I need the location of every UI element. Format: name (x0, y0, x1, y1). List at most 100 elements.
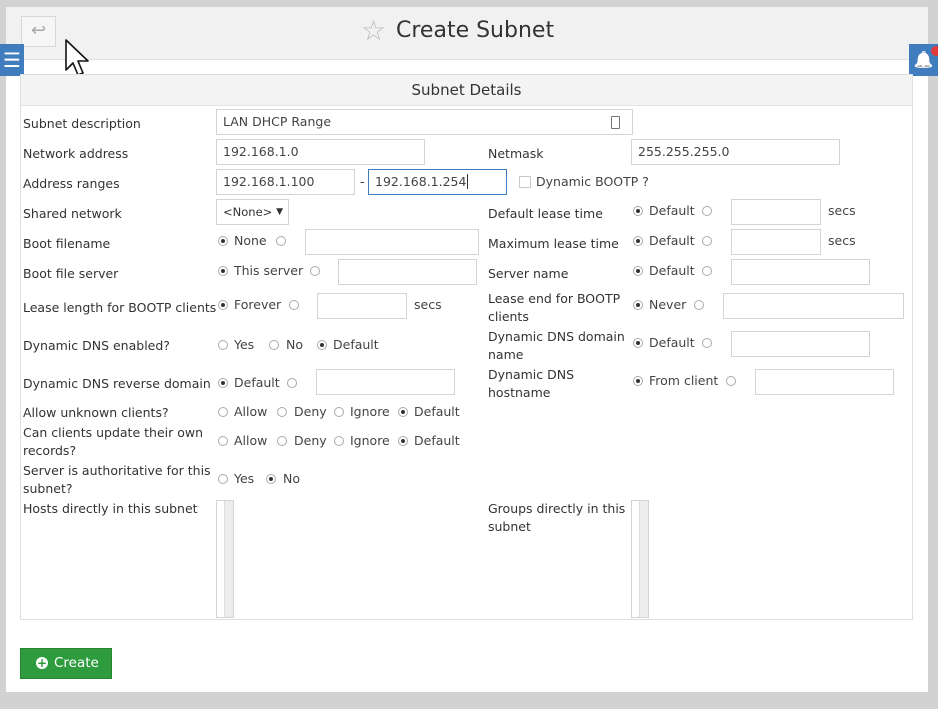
range-separator: - (360, 174, 365, 189)
network-address-input[interactable]: 192.168.1.0 (216, 139, 425, 165)
hosts-in-subnet-label: Hosts directly in this subnet (23, 501, 198, 516)
authoritative-no-label: No (283, 471, 300, 486)
boot-filename-none-radio[interactable] (218, 236, 228, 246)
server-name-input[interactable] (731, 259, 870, 285)
shared-network-select[interactable]: <None> ▼ (216, 199, 289, 225)
ddns-hostname-input[interactable] (755, 369, 894, 395)
update-default-label: Default (414, 433, 460, 448)
ddns-enabled-yes-radio[interactable] (218, 340, 228, 350)
lease-length-bootp-input[interactable] (317, 293, 407, 319)
max-lease-custom-radio[interactable] (702, 236, 712, 246)
lease-end-bootp-input[interactable] (723, 293, 904, 319)
ddns-hostname-label-line2: hostname (488, 385, 551, 400)
favorite-star-icon[interactable]: ☆ (361, 16, 386, 46)
update-ignore-radio[interactable] (334, 436, 344, 446)
unknown-allow-label: Allow (234, 404, 268, 419)
authoritative-no-radio[interactable] (266, 474, 276, 484)
default-lease-time-input[interactable] (731, 199, 821, 225)
lease-length-forever-radio[interactable] (218, 300, 228, 310)
maximum-lease-time-input[interactable] (731, 229, 821, 255)
ddns-hostname-client-radio[interactable] (633, 376, 643, 386)
shared-network-label: Shared network (23, 206, 122, 221)
netmask-input[interactable]: 255.255.255.0 (631, 139, 840, 165)
authoritative-yes-radio[interactable] (218, 474, 228, 484)
server-name-label: Server name (488, 266, 569, 281)
server-name-custom-radio[interactable] (702, 266, 712, 276)
default-lease-custom-radio[interactable] (702, 206, 712, 216)
range-end-input[interactable]: 192.168.1.254 (368, 169, 507, 195)
ddns-domain-label-line2: name (488, 347, 524, 362)
max-lease-default-radio[interactable] (633, 236, 643, 246)
update-allow-label: Allow (234, 433, 268, 448)
dynamic-bootp-label: Dynamic BOOTP ? (536, 174, 649, 189)
update-allow-radio[interactable] (218, 436, 228, 446)
default-lease-default-radio[interactable] (633, 206, 643, 216)
ddns-reverse-input[interactable] (316, 369, 455, 395)
ddns-enabled-no-radio[interactable] (269, 340, 279, 350)
authoritative-label-line2: subnet? (23, 481, 73, 496)
boot-filename-none-label: None (234, 233, 267, 248)
address-ranges-label: Address ranges (23, 176, 120, 191)
default-lease-default-label: Default (649, 203, 695, 218)
subnet-description-input[interactable]: LAN DHCP Range (216, 109, 633, 135)
update-default-radio[interactable] (398, 436, 408, 446)
default-lease-time-label: Default lease time (488, 206, 603, 221)
server-name-default-label: Default (649, 263, 695, 278)
authoritative-yes-label: Yes (234, 471, 255, 486)
boot-filename-input[interactable] (305, 229, 479, 255)
network-address-value: 192.168.1.0 (223, 144, 299, 159)
unknown-ignore-radio[interactable] (334, 407, 344, 417)
unknown-default-radio[interactable] (398, 407, 408, 417)
ddns-hostname-custom-radio[interactable] (726, 376, 736, 386)
ddns-enabled-default-radio[interactable] (317, 340, 327, 350)
range-start-input[interactable]: 192.168.1.100 (216, 169, 355, 195)
ddns-enabled-no-label: No (286, 337, 303, 352)
unknown-deny-label: Deny (294, 404, 327, 419)
boot-server-this-label: This server (234, 263, 304, 278)
subnet-description-label: Subnet description (23, 116, 141, 131)
clients-update-label-line2: records? (23, 443, 77, 458)
dynamic-bootp-checkbox[interactable] (519, 176, 531, 188)
back-button[interactable]: ↩ (21, 16, 56, 47)
groups-in-subnet-label-line1: Groups directly in this (488, 501, 626, 516)
ddns-reverse-label: Dynamic DNS reverse domain (23, 376, 211, 391)
page-title: Create Subnet (396, 18, 555, 43)
lease-end-never-radio[interactable] (633, 300, 643, 310)
unknown-deny-radio[interactable] (277, 407, 287, 417)
hosts-listbox[interactable] (216, 500, 234, 618)
field-info-icon[interactable] (611, 116, 620, 129)
allow-unknown-label: Allow unknown clients? (23, 405, 169, 420)
lease-length-bootp-label: Lease length for BOOTP clients (23, 300, 217, 315)
unknown-allow-radio[interactable] (218, 407, 228, 417)
server-name-default-radio[interactable] (633, 266, 643, 276)
boot-file-server-input[interactable] (338, 259, 477, 285)
lease-length-custom-radio[interactable] (289, 300, 299, 310)
max-lease-unit: secs (828, 233, 856, 248)
ddns-reverse-custom-radio[interactable] (287, 378, 297, 388)
ddns-domain-default-radio[interactable] (633, 338, 643, 348)
subnet-description-value: LAN DHCP Range (223, 114, 332, 129)
network-address-label: Network address (23, 146, 129, 161)
update-deny-label: Deny (294, 433, 327, 448)
ddns-domain-label-line1: Dynamic DNS domain (488, 329, 625, 344)
groups-listbox[interactable] (631, 500, 649, 618)
ddns-domain-default-label: Default (649, 335, 695, 350)
clients-update-label-line1: Can clients update their own (23, 425, 204, 440)
groups-in-subnet-label-line2: subnet (488, 519, 531, 534)
max-lease-default-label: Default (649, 233, 695, 248)
text-caret (467, 174, 469, 189)
lease-end-custom-radio[interactable] (694, 300, 704, 310)
boot-server-this-radio[interactable] (218, 266, 228, 276)
ddns-domain-custom-radio[interactable] (702, 338, 712, 348)
create-button-label: Create (54, 655, 99, 671)
ddns-domain-input[interactable] (731, 331, 870, 357)
update-deny-radio[interactable] (277, 436, 287, 446)
menu-toggle-button[interactable]: ☰ (0, 44, 24, 76)
default-lease-unit: secs (828, 203, 856, 218)
lease-end-bootp-label-line2: clients (488, 309, 529, 324)
boot-server-custom-radio[interactable] (310, 266, 320, 276)
create-button[interactable]: Create (20, 648, 112, 679)
ddns-hostname-label-line1: Dynamic DNS (488, 367, 575, 382)
boot-filename-custom-radio[interactable] (276, 236, 286, 246)
ddns-reverse-default-radio[interactable] (218, 378, 228, 388)
